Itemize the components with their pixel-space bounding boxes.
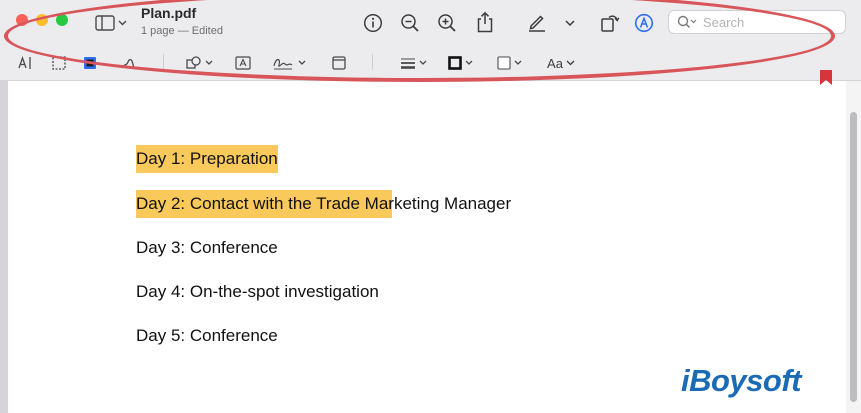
line-style-icon — [401, 58, 427, 69]
document-line: Day 2: Contact with the Trade Marketing … — [136, 190, 512, 218]
text-selection-icon — [18, 56, 31, 69]
draw-icon — [121, 58, 135, 69]
close-window-button[interactable] — [16, 14, 28, 26]
text-box-icon — [235, 56, 251, 70]
page-margin — [0, 81, 8, 413]
draw-tool[interactable] — [119, 55, 137, 71]
rotate-button[interactable] — [599, 12, 621, 34]
document-status: 1 page — Edited — [141, 25, 223, 37]
document-line: Day 1: Preparation — [136, 145, 278, 173]
info-icon — [363, 13, 383, 33]
toolbar-divider — [163, 54, 164, 70]
fill-color-icon — [497, 56, 522, 70]
sidebar-icon — [95, 15, 115, 31]
share-icon — [477, 11, 493, 33]
watermark-logo: iBoysoft — [681, 363, 802, 398]
zoom-in-button[interactable] — [436, 12, 458, 34]
search-field[interactable] — [668, 10, 846, 34]
sidebar-toggle-button[interactable] — [95, 12, 129, 34]
shapes-icon — [186, 56, 213, 69]
highlight-icon — [529, 15, 545, 32]
sketch-tool[interactable] — [82, 55, 98, 71]
document-title: Plan.pdf — [141, 5, 197, 21]
zoom-window-button[interactable] — [56, 14, 68, 26]
zoom-in-icon — [438, 14, 456, 32]
note-tool[interactable] — [331, 55, 347, 71]
scrollbar-thumb[interactable] — [850, 112, 857, 402]
shapes-tool[interactable] — [185, 55, 215, 71]
text-box-tool[interactable] — [234, 55, 252, 71]
bookmark-icon[interactable] — [818, 70, 834, 86]
window-toolbar: Plan.pdf 1 page — Edited Search Aa — [0, 0, 861, 81]
chevron-down-icon — [118, 20, 127, 26]
sign-icon — [273, 58, 306, 70]
zoom-out-icon — [401, 14, 419, 32]
markup-button[interactable] — [633, 12, 655, 34]
fill-color-tool[interactable] — [496, 55, 526, 71]
text-style-tool[interactable]: Aa — [546, 54, 576, 72]
sign-tool[interactable] — [272, 54, 308, 72]
note-icon — [332, 56, 346, 70]
highlight-menu-button[interactable] — [563, 16, 577, 30]
highlight-button[interactable] — [526, 11, 548, 33]
search-input[interactable] — [701, 13, 825, 31]
document-line: Day 3: Conference — [136, 238, 278, 257]
line-style-tool[interactable] — [399, 55, 429, 71]
rectangular-selection-tool[interactable] — [51, 55, 67, 71]
share-button[interactable] — [474, 10, 496, 34]
chevron-down-icon — [566, 60, 575, 66]
rectangular-selection-icon — [52, 56, 66, 70]
text-selection-tool[interactable] — [17, 55, 35, 71]
toolbar-divider — [372, 54, 373, 70]
document-line: Day 4: On-the-spot investigation — [136, 282, 379, 301]
search-icon — [677, 15, 697, 29]
sketch-icon — [84, 57, 96, 69]
chevron-down-icon — [565, 20, 575, 26]
border-color-tool[interactable] — [447, 55, 477, 71]
rotate-icon — [601, 15, 620, 32]
minimize-window-button[interactable] — [36, 14, 48, 26]
text-style-label: Aa — [547, 55, 563, 71]
markup-icon — [634, 13, 654, 33]
zoom-out-button[interactable] — [399, 12, 421, 34]
document-line: Day 5: Conference — [136, 326, 278, 345]
info-button[interactable] — [362, 12, 384, 34]
border-color-icon — [448, 56, 473, 70]
